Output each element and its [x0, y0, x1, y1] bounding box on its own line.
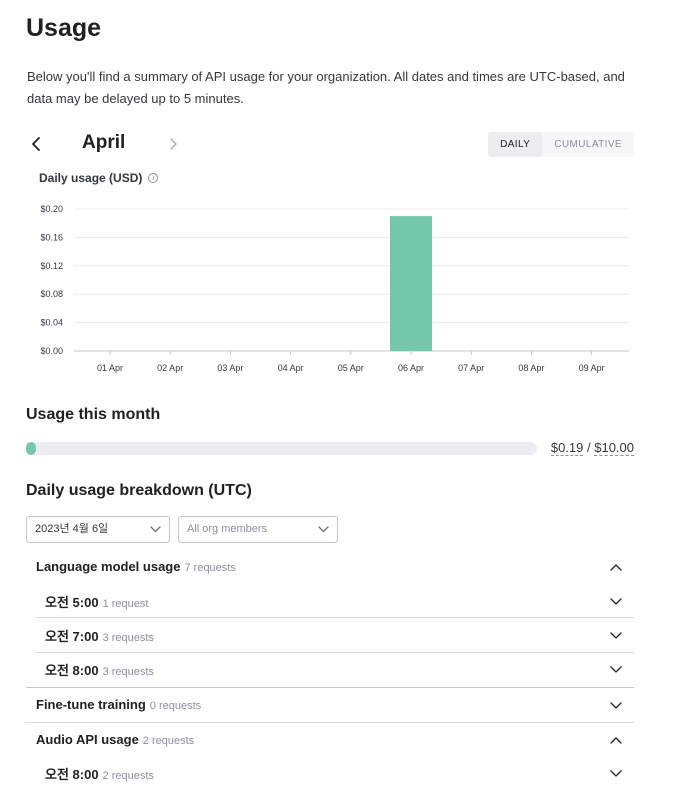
chart-ytick-label: $0.12	[40, 261, 63, 271]
item-label: 오전 8:00 3 requests	[45, 660, 154, 679]
date-select-value: 2023년 4월 6일	[35, 523, 109, 535]
chart-xtick-label: 07 Apr	[458, 363, 484, 373]
member-select-value: All org members	[187, 523, 268, 535]
item-count: 3 requests	[102, 666, 154, 678]
item-time: 오전 5:00	[45, 595, 99, 610]
usage-month-title: Usage this month	[26, 406, 161, 423]
chart-xtick-label: 08 Apr	[518, 363, 544, 373]
group-count: 2 requests	[142, 735, 195, 747]
item-label: 오전 8:00 2 requests	[45, 764, 154, 783]
item-count: 2 requests	[102, 770, 154, 782]
page-title: Usage	[26, 14, 102, 42]
chart-xtick-label: 01 Apr	[97, 363, 123, 373]
item-count: 3 requests	[102, 632, 154, 644]
item-count: 1 request	[102, 598, 149, 610]
group-divider	[26, 687, 634, 688]
chart-xtick-label: 03 Apr	[217, 363, 243, 373]
chevron-down-icon[interactable]	[610, 632, 622, 640]
group-header: Language model usage 7 requests	[36, 559, 236, 574]
group-divider	[26, 722, 634, 723]
group-count: 0 requests	[149, 700, 202, 712]
chart-xtick-label: 05 Apr	[338, 363, 364, 373]
chart-xtick-label: 02 Apr	[157, 363, 183, 373]
page-intro: Below you'll find a summary of API usage…	[27, 69, 625, 106]
chart-ytick-label: $0.20	[40, 204, 63, 214]
usage-progress-fill	[26, 442, 36, 455]
chart-xtick-label: 09 Apr	[579, 363, 605, 373]
usage-limit-value[interactable]: $10.00	[594, 440, 634, 456]
row-divider	[36, 617, 634, 618]
month-navigation: April DAILY CUMULATIVE	[26, 130, 634, 158]
item-time: 오전 8:00	[45, 663, 99, 678]
chevron-down-icon[interactable]	[610, 702, 622, 710]
usage-progress-bar	[26, 442, 537, 455]
breakdown-title: Daily usage breakdown (UTC)	[26, 482, 252, 499]
group-header: Fine-tune training 0 requests	[36, 697, 201, 712]
chevron-down-icon[interactable]	[610, 598, 622, 606]
chart-xtick-label: 06 Apr	[398, 363, 424, 373]
chart-bar	[390, 216, 432, 351]
group-label: Fine-tune training	[36, 697, 146, 712]
daily-toggle-button[interactable]: DAILY	[488, 132, 543, 157]
chevron-left-icon[interactable]	[28, 135, 46, 153]
month-label: April	[82, 132, 126, 153]
chevron-down-icon	[150, 526, 161, 533]
date-select[interactable]: 2023년 4월 6일	[26, 516, 170, 543]
chart-ytick-label: $0.04	[40, 318, 63, 328]
view-toggle: DAILY CUMULATIVE	[488, 132, 634, 157]
item-label: 오전 7:00 3 requests	[45, 626, 154, 645]
chart-xtick-label: 04 Apr	[278, 363, 304, 373]
member-select[interactable]: All org members	[178, 516, 338, 543]
group-label: Audio API usage	[36, 732, 139, 747]
cumulative-toggle-button[interactable]: CUMULATIVE	[542, 132, 634, 157]
usage-separator: /	[583, 440, 595, 455]
chevron-down-icon	[318, 526, 329, 533]
info-icon[interactable]: i	[148, 173, 159, 183]
group-count: 7 requests	[184, 562, 236, 574]
item-time: 오전 7:00	[45, 629, 99, 644]
chevron-up-icon[interactable]	[610, 736, 622, 744]
item-time: 오전 8:00	[45, 767, 99, 782]
chart-title: Daily usage (USD) i	[39, 171, 159, 185]
chevron-down-icon[interactable]	[610, 666, 622, 674]
item-label: 오전 5:00 1 request	[45, 592, 148, 611]
chart-ytick-label: $0.16	[40, 232, 63, 242]
row-divider	[36, 652, 634, 653]
daily-usage-chart: $0.00 $0.04 $0.08 $0.12 $0.16 $0.20 01 Apr 02 A…	[40, 204, 629, 373]
usage-used-value: $0.19	[550, 440, 584, 456]
chevron-up-icon[interactable]	[610, 563, 622, 571]
chart-ytick-label: $0.08	[40, 289, 63, 299]
group-label: Language model usage	[36, 559, 181, 574]
chevron-right-icon[interactable]	[164, 135, 182, 153]
chart-title-text: Daily usage (USD)	[39, 171, 143, 185]
group-header: Audio API usage 2 requests	[36, 732, 194, 747]
usage-amount: $0.19 / $10.00	[550, 440, 634, 456]
chart-ytick-label: $0.00	[40, 346, 63, 356]
chevron-down-icon[interactable]	[610, 770, 622, 778]
